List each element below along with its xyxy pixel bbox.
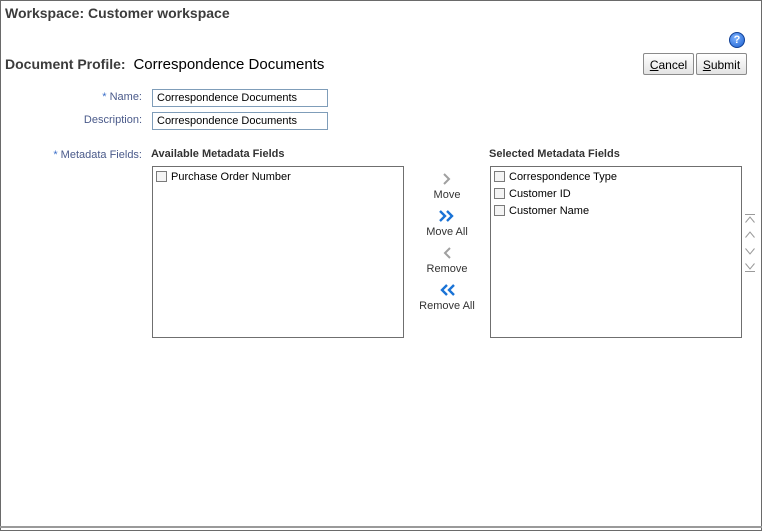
remove-all-label: Remove All [419,300,475,312]
selected-fields-caption: Selected Metadata Fields [489,148,620,160]
cancel-button[interactable]: Cancel [643,53,694,75]
metadata-label-text: Metadata Fields: [60,149,142,161]
description-label: Description: [83,114,142,126]
name-input[interactable] [152,89,328,107]
move-up-icon[interactable] [744,229,756,241]
double-chevron-right-icon [439,210,454,222]
list-item[interactable]: Customer ID [491,185,741,202]
page-title: Document Profile: Correspondence Documen… [5,56,324,73]
move-down-icon[interactable] [744,245,756,257]
chevron-left-icon [443,247,451,259]
move-to-top-icon[interactable] [744,213,756,225]
list-item[interactable]: Correspondence Type [491,168,741,185]
submit-access-key: S [702,58,711,72]
chevron-right-icon [443,173,451,185]
submit-button[interactable]: Submit [696,53,747,75]
profile-name: Correspondence Documents [133,56,325,73]
submit-label-rest: ubmit [710,58,741,72]
list-item-label: Customer ID [509,187,571,200]
checkbox[interactable] [494,171,505,182]
remove-all-button[interactable]: Remove All [417,283,477,312]
double-chevron-left-icon [440,284,455,296]
checkbox[interactable] [156,171,167,182]
cancel-label-rest: ancel [658,58,688,72]
required-indicator: * [102,91,107,103]
help-icon[interactable]: ? [729,32,745,48]
bottom-border [0,526,762,528]
list-item[interactable]: Purchase Order Number [153,168,403,185]
remove-label: Remove [426,263,468,275]
list-item-label: Purchase Order Number [171,170,291,183]
list-item-label: Customer Name [509,204,590,217]
available-fields-caption: Available Metadata Fields [151,148,285,160]
move-all-label: Move All [426,226,468,238]
remove-button[interactable]: Remove [417,246,477,275]
description-input[interactable] [152,112,328,130]
move-button[interactable]: Move [417,172,477,201]
list-item-label: Correspondence Type [509,170,618,183]
move-label: Move [433,189,461,201]
checkbox[interactable] [494,188,505,199]
required-indicator: * [53,149,58,161]
name-label-text: Name: [109,91,142,103]
move-all-button[interactable]: Move All [417,209,477,238]
list-item[interactable]: Customer Name [491,202,741,219]
move-to-bottom-icon[interactable] [744,261,756,273]
available-fields-list[interactable]: Purchase Order Number [152,166,404,338]
metadata-fields-label: * Metadata Fields: [40,149,142,161]
selected-fields-list[interactable]: Correspondence Type Customer ID Customer… [490,166,742,338]
name-label: * Name: [90,91,142,103]
profile-label: Document Profile: [5,56,126,72]
checkbox[interactable] [494,205,505,216]
workspace-title: Workspace: Customer workspace [5,5,230,21]
